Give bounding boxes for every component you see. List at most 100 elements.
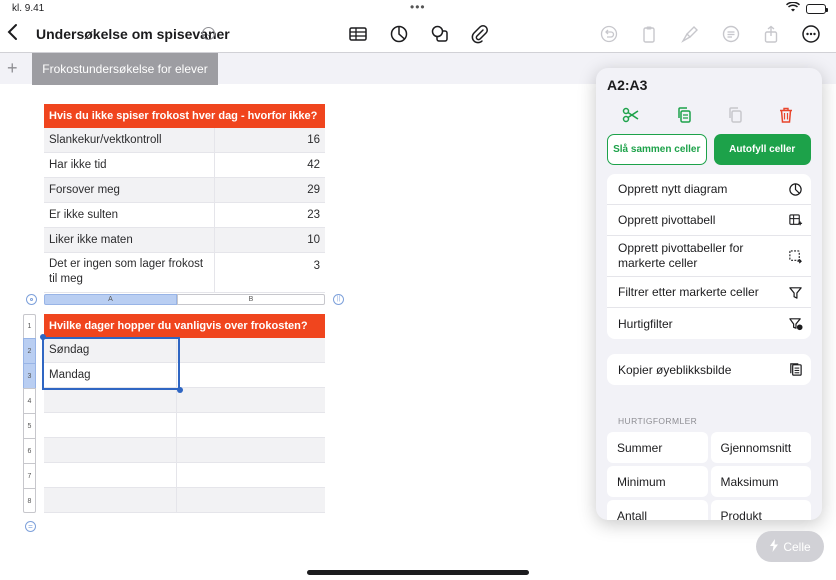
table-cell-label[interactable]: Slankekur/vektkontroll	[44, 128, 215, 152]
scissors-icon	[622, 107, 639, 123]
table-row[interactable]	[44, 413, 325, 438]
autofill-cells-button[interactable]: Autofyll celler	[713, 134, 811, 165]
table-cell[interactable]	[44, 438, 177, 462]
copy-button[interactable]	[673, 104, 695, 126]
formula-maximum-button[interactable]: Maksimum	[710, 466, 811, 497]
table-row[interactable]: Slankekur/vektkontroll 16	[44, 128, 325, 153]
column-resize-handle[interactable]: ||	[333, 294, 344, 305]
table-row[interactable]: Har ikke tid 42	[44, 153, 325, 178]
table-cell[interactable]	[177, 438, 325, 462]
row-header-3[interactable]: 3	[23, 363, 36, 388]
table-cell[interactable]	[177, 338, 325, 362]
table-cell[interactable]	[44, 463, 177, 487]
document-title[interactable]: Undersøkelse om spisevaner	[36, 26, 230, 42]
sheet-tab-active[interactable]: Frokostundersøkelse for elever	[32, 53, 218, 85]
menu-item-pivot-table[interactable]: Opprett pivottabell	[607, 205, 811, 236]
row-header-2[interactable]: 2	[23, 338, 36, 363]
table-cell[interactable]	[44, 413, 177, 437]
comment-button[interactable]	[720, 23, 742, 45]
table-cell[interactable]	[177, 388, 325, 412]
add-row-handle[interactable]: =	[25, 521, 36, 532]
shape-button[interactable]	[429, 23, 451, 45]
row-header-7[interactable]: 7	[23, 463, 36, 488]
format-brush-button[interactable]	[679, 23, 701, 45]
title-menu-chevron-icon[interactable]: ⌄	[202, 27, 215, 40]
share-button[interactable]	[760, 23, 782, 45]
table-cell-label[interactable]: Liker ikke maten	[44, 228, 215, 252]
cell-selection[interactable]	[42, 337, 180, 390]
table-cell[interactable]	[177, 363, 325, 387]
delete-button[interactable]	[775, 104, 797, 126]
row-header-6[interactable]: 6	[23, 438, 36, 463]
pivot-selected-icon	[787, 248, 803, 264]
back-button[interactable]	[6, 22, 26, 46]
table-cell[interactable]	[177, 413, 325, 437]
popover-menu-snapshot: Kopier øyeblikksbilde	[607, 354, 811, 385]
table-button[interactable]	[347, 23, 369, 45]
snapshot-icon	[787, 362, 803, 378]
menu-item-label: Opprett nytt diagram	[618, 182, 728, 196]
list-circle-icon	[722, 25, 740, 43]
row-header-4[interactable]: 4	[23, 388, 36, 413]
multitasking-dots[interactable]: •••	[410, 0, 426, 14]
table-cell-value[interactable]: 3	[215, 253, 325, 292]
table-cell-value[interactable]: 23	[215, 203, 325, 227]
table-cell[interactable]	[177, 488, 325, 512]
table-cell-label[interactable]: Har ikke tid	[44, 153, 215, 177]
table-cell-value[interactable]: 10	[215, 228, 325, 252]
status-time: kl. 9.41	[12, 3, 45, 14]
table-cell-label[interactable]: Forsover meg	[44, 178, 215, 202]
paste-button[interactable]	[724, 104, 746, 126]
chart-button[interactable]	[388, 23, 410, 45]
cell-format-button[interactable]: Celle	[756, 531, 824, 562]
home-indicator[interactable]	[307, 570, 529, 575]
menu-item-quick-filter[interactable]: Hurtigfilter	[607, 308, 811, 339]
menu-item-label: Filtrer etter markerte celler	[618, 285, 759, 299]
menu-item-copy-snapshot[interactable]: Kopier øyeblikksbilde	[607, 354, 811, 385]
table-row[interactable]: Forsover meg 29	[44, 178, 325, 203]
clipboard-button[interactable]	[638, 23, 660, 45]
add-sheet-button[interactable]: +	[7, 59, 18, 77]
cut-button[interactable]	[620, 104, 642, 126]
row-header-5[interactable]: 5	[23, 413, 36, 438]
table-cell[interactable]	[44, 388, 177, 412]
table-breakfast-reasons[interactable]: Hvis du ikke spiser frokost hver dag - h…	[44, 104, 325, 293]
more-button[interactable]	[800, 23, 822, 45]
undo-button[interactable]	[598, 23, 620, 45]
formula-average-button[interactable]: Gjennomsnitt	[710, 432, 811, 463]
column-header-b[interactable]: B	[177, 294, 325, 305]
table-header[interactable]: Hvilke dager hopper du vanligvis over fr…	[44, 314, 325, 338]
formula-product-button[interactable]: Produkt	[710, 500, 811, 520]
share-icon	[764, 25, 778, 43]
table-row[interactable]	[44, 488, 325, 513]
row-header-1[interactable]: 1	[23, 314, 36, 338]
selection-handle-bottom[interactable]	[177, 387, 183, 393]
paperclip-icon	[471, 25, 488, 44]
table-select-handle[interactable]	[26, 294, 37, 305]
table-cell-label[interactable]: Det er ingen som lager frokost til meg	[44, 253, 215, 292]
table-cell-value[interactable]: 16	[215, 128, 325, 152]
column-header-a[interactable]: A	[44, 294, 177, 305]
row-header-8[interactable]: 8	[23, 488, 36, 513]
selection-handle-top[interactable]	[40, 334, 46, 340]
table-header[interactable]: Hvis du ikke spiser frokost hver dag - h…	[44, 104, 325, 128]
formula-minimum-button[interactable]: Minimum	[607, 466, 708, 497]
table-row[interactable]	[44, 463, 325, 488]
table-row[interactable]: Er ikke sulten 23	[44, 203, 325, 228]
attachment-button[interactable]	[469, 23, 491, 45]
menu-item-pivot-selected[interactable]: Opprett pivottabeller for markerte celle…	[607, 236, 811, 277]
table-row[interactable]: Det er ingen som lager frokost til meg 3	[44, 253, 325, 293]
table-cell-value[interactable]: 42	[215, 153, 325, 177]
formula-sum-button[interactable]: Summer	[607, 432, 708, 463]
table-cell[interactable]	[44, 488, 177, 512]
formula-count-button[interactable]: Antall	[607, 500, 708, 520]
table-row[interactable]: Liker ikke maten 10	[44, 228, 325, 253]
table-cell-label[interactable]: Er ikke sulten	[44, 203, 215, 227]
table-cell-value[interactable]: 29	[215, 178, 325, 202]
table-row[interactable]	[44, 388, 325, 413]
menu-item-filter-selected[interactable]: Filtrer etter markerte celler	[607, 277, 811, 308]
menu-item-new-chart[interactable]: Opprett nytt diagram	[607, 174, 811, 205]
merge-cells-button[interactable]: Slå sammen celler	[607, 134, 707, 165]
table-cell[interactable]	[177, 463, 325, 487]
table-row[interactable]	[44, 438, 325, 463]
